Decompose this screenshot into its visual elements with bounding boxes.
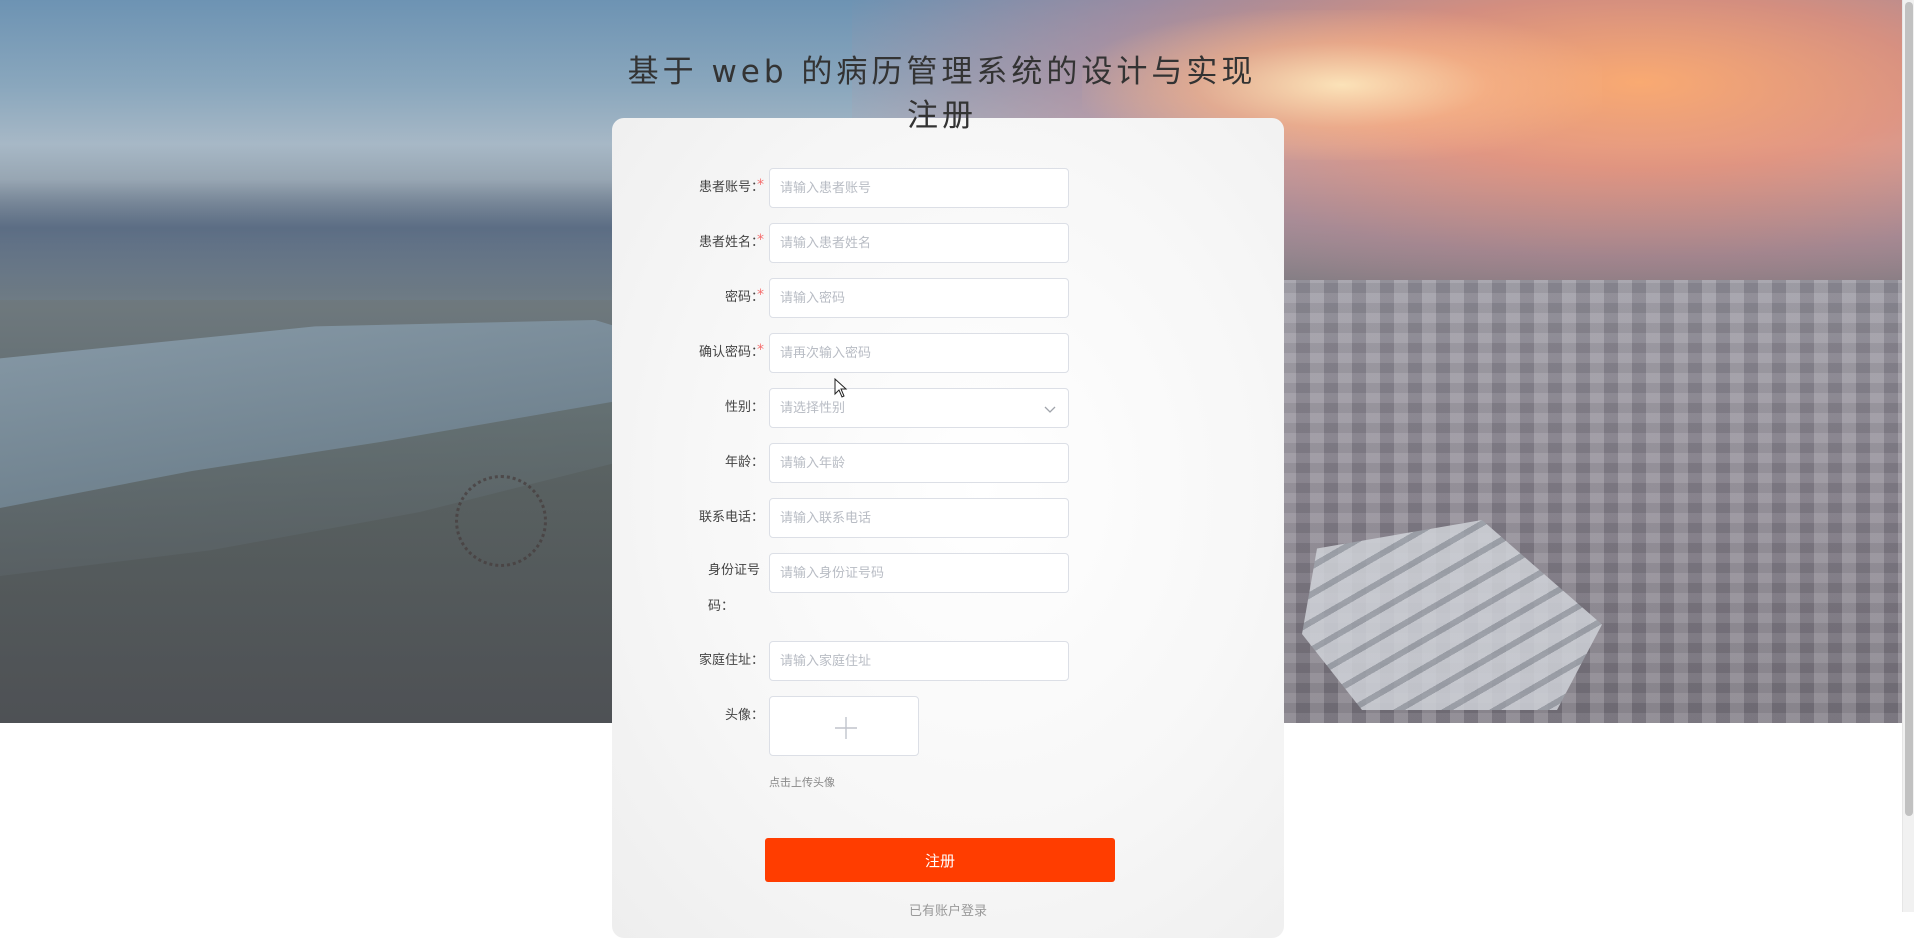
password-label: 密码：: [724, 290, 764, 305]
required-mark: *: [757, 177, 764, 193]
plus-icon: [835, 717, 857, 739]
address-input[interactable]: [769, 641, 1069, 681]
gender-label: 性别：: [724, 400, 764, 415]
id-number-input[interactable]: [769, 553, 1069, 593]
form-row-confirm-password: 确认密码： *: [612, 333, 1284, 373]
upload-hint: 点击上传头像: [769, 776, 835, 789]
phone-label: 联系电话：: [698, 510, 764, 525]
register-form-card: 患者账号： * 患者姓名： * 密码： * 确认密码： * 性别： 请选择性别 …: [612, 118, 1284, 938]
confirm-password-label: 确认密码：: [698, 345, 764, 360]
phone-input[interactable]: [769, 498, 1069, 538]
name-label: 患者姓名：: [698, 235, 764, 250]
login-link[interactable]: 已有账户登录: [612, 900, 1284, 919]
required-mark: *: [757, 287, 764, 303]
form-row-phone: 联系电话：: [612, 498, 1284, 538]
required-mark: *: [757, 342, 764, 358]
avatar-uploader[interactable]: [769, 696, 919, 756]
gender-select[interactable]: 请选择性别: [769, 388, 1069, 428]
ferris-wheel: [455, 475, 547, 567]
scrollbar-thumb[interactable]: [1905, 2, 1913, 816]
required-mark: *: [757, 232, 764, 248]
password-input[interactable]: [769, 278, 1069, 318]
id-number-label: 身份证号码：: [708, 563, 761, 614]
form-row-password: 密码： *: [612, 278, 1284, 318]
page-title: 基于 web 的病历管理系统的设计与实现注册: [627, 54, 1257, 134]
confirm-password-input[interactable]: [769, 333, 1069, 373]
form-row-name: 患者姓名： *: [612, 223, 1284, 263]
chevron-down-icon: [1044, 406, 1056, 413]
page-scrollbar[interactable]: [1902, 0, 1914, 912]
account-input[interactable]: [769, 168, 1069, 208]
age-input[interactable]: [769, 443, 1069, 483]
gender-select-placeholder: 请选择性别: [780, 401, 846, 416]
form-row-id-number: 身份证号码：: [612, 553, 1284, 623]
dark-cloud: [0, 180, 620, 300]
avatar-label: 头像：: [724, 708, 764, 723]
mouse-pointer-icon: [834, 378, 848, 398]
form-row-age: 年龄：: [612, 443, 1284, 483]
form-row-gender: 性别： 请选择性别: [612, 388, 1284, 428]
register-button[interactable]: 注册: [765, 838, 1115, 882]
form-row-account: 患者账号： *: [612, 168, 1284, 208]
name-input[interactable]: [769, 223, 1069, 263]
address-label: 家庭住址：: [698, 653, 764, 668]
form-row-address: 家庭住址：: [612, 641, 1284, 681]
account-label: 患者账号：: [698, 180, 764, 195]
age-label: 年龄：: [724, 455, 764, 470]
form-row-avatar: 头像：: [612, 696, 1284, 736]
